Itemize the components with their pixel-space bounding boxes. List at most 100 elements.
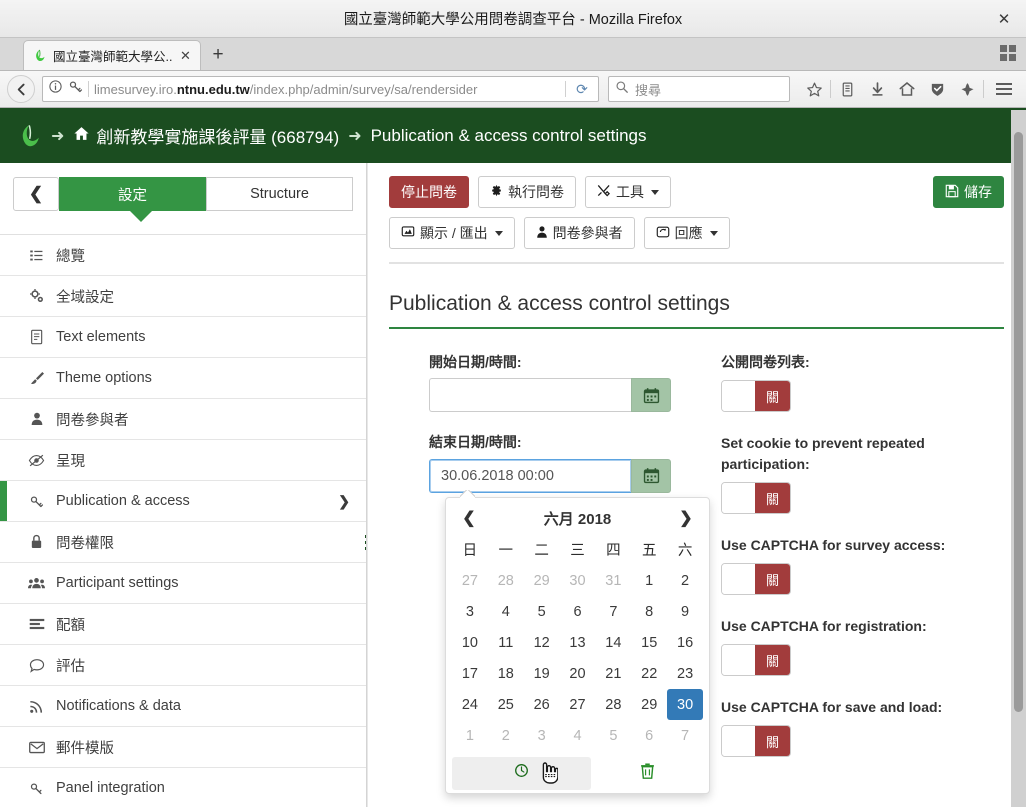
- datepicker-day[interactable]: 26: [524, 689, 560, 720]
- datepicker-day[interactable]: 9: [667, 596, 703, 627]
- datepicker-day[interactable]: 16: [667, 627, 703, 658]
- datepicker-day[interactable]: 2: [667, 565, 703, 596]
- datepicker-day[interactable]: 23: [667, 658, 703, 689]
- sidebar-item-notifications-data[interactable]: Notifications & data: [0, 686, 366, 727]
- datepicker-day[interactable]: 15: [631, 627, 667, 658]
- run-survey-button[interactable]: 執行問卷: [478, 176, 576, 208]
- home-icon[interactable]: [892, 75, 922, 103]
- reload-icon[interactable]: ⟳: [571, 81, 593, 98]
- tab-structure[interactable]: Structure: [206, 177, 353, 211]
- end-date-input[interactable]: [429, 458, 631, 493]
- sidebar-item-text-elements[interactable]: Text elements: [0, 317, 366, 358]
- datepicker-day[interactable]: 10: [452, 627, 488, 658]
- sidebar-item-theme-options[interactable]: Theme options: [0, 358, 366, 399]
- datepicker-clear-button[interactable]: [591, 762, 703, 784]
- display-export-button[interactable]: 顯示 / 匯出: [389, 217, 515, 249]
- datepicker-day[interactable]: 7: [667, 720, 703, 751]
- hamburger-menu-icon[interactable]: [989, 75, 1019, 103]
- sidebar-collapse-button[interactable]: ❮: [13, 177, 59, 211]
- datepicker-day[interactable]: 19: [524, 658, 560, 689]
- download-arrow-icon[interactable]: [862, 75, 892, 103]
- datepicker-day[interactable]: 6: [631, 720, 667, 751]
- sidebar-item-presentation[interactable]: 呈現: [0, 440, 366, 481]
- datepicker-day[interactable]: 1: [452, 720, 488, 751]
- datepicker-day[interactable]: 28: [595, 689, 631, 720]
- info-icon[interactable]: [48, 79, 63, 99]
- datepicker-day[interactable]: 7: [595, 596, 631, 627]
- datepicker-day[interactable]: 5: [595, 720, 631, 751]
- sidebar-item-participant-settings[interactable]: Participant settings: [0, 563, 366, 604]
- datepicker-day[interactable]: 3: [524, 720, 560, 751]
- start-date-calendar-button[interactable]: [631, 378, 671, 413]
- datepicker-day[interactable]: 21: [595, 658, 631, 689]
- datepicker-day[interactable]: 4: [560, 720, 596, 751]
- sidebar-item-survey-permissions[interactable]: 問卷權限: [0, 522, 366, 563]
- sidebar-item-panel-integration[interactable]: Panel integration: [0, 768, 366, 807]
- browser-tab[interactable]: 國立臺灣師範大學公... ✕: [23, 40, 201, 70]
- stop-survey-button[interactable]: 停止問卷: [389, 176, 469, 208]
- url-bar[interactable]: limesurvey.iro.ntnu.edu.tw/index.php/adm…: [42, 76, 599, 102]
- datepicker-day[interactable]: 3: [452, 596, 488, 627]
- captcha-registration-toggle[interactable]: 關: [721, 644, 791, 676]
- tab-settings[interactable]: 設定: [59, 177, 206, 211]
- datepicker-popup[interactable]: ❮ 六月 2018 ❯ 日 一 二 三 四 五 六 27 28 29 30 31 1 2 3 4…: [445, 497, 710, 794]
- limesurvey-logo-icon[interactable]: [16, 123, 42, 149]
- datepicker-day[interactable]: 24: [452, 689, 488, 720]
- datepicker-day[interactable]: 25: [488, 689, 524, 720]
- search-bar[interactable]: 搜尋: [608, 76, 790, 102]
- sidebar-item-email-templates[interactable]: 郵件模版: [0, 727, 366, 768]
- list-survey-publicly-toggle[interactable]: 關: [721, 380, 791, 412]
- datepicker-day-selected[interactable]: 30: [667, 689, 703, 720]
- datepicker-day[interactable]: 14: [595, 627, 631, 658]
- datepicker-prev-month-button[interactable]: ❮: [452, 508, 486, 528]
- datepicker-day[interactable]: 4: [488, 596, 524, 627]
- save-button[interactable]: 儲存: [933, 176, 1004, 208]
- datepicker-month-year[interactable]: 六月 2018: [486, 508, 669, 529]
- datepicker-day[interactable]: 20: [560, 658, 596, 689]
- datepicker-day[interactable]: 30: [560, 565, 596, 596]
- page-scrollbar-thumb[interactable]: [1014, 132, 1023, 712]
- datepicker-day[interactable]: 18: [488, 658, 524, 689]
- library-icon[interactable]: [832, 75, 862, 103]
- datepicker-day[interactable]: 2: [488, 720, 524, 751]
- sidebar-item-overview[interactable]: 總覽: [0, 235, 366, 276]
- datepicker-day[interactable]: 6: [560, 596, 596, 627]
- breadcrumb-survey[interactable]: 創新教學實施課後評量 (668794): [73, 123, 339, 148]
- datepicker-time-button[interactable]: [452, 756, 591, 790]
- sidebar-item-assessments[interactable]: 評估: [0, 645, 366, 686]
- window-close-button[interactable]: ✕: [992, 7, 1016, 31]
- set-cookie-toggle[interactable]: 關: [721, 482, 791, 514]
- datepicker-day[interactable]: 11: [488, 627, 524, 658]
- tab-close-icon[interactable]: ✕: [178, 48, 193, 64]
- sidebar-item-survey-participants[interactable]: 問卷參與者: [0, 399, 366, 440]
- end-date-group[interactable]: [429, 458, 671, 493]
- datepicker-next-month-button[interactable]: ❯: [669, 508, 703, 528]
- datepicker-day[interactable]: 28: [488, 565, 524, 596]
- key-icon[interactable]: [68, 79, 83, 99]
- pocket-icon[interactable]: [952, 75, 982, 103]
- survey-participants-button[interactable]: 問卷參與者: [523, 217, 635, 249]
- datepicker-day[interactable]: 17: [452, 658, 488, 689]
- datepicker-day[interactable]: 8: [631, 596, 667, 627]
- start-date-input[interactable]: [429, 378, 631, 413]
- datepicker-day[interactable]: 29: [524, 565, 560, 596]
- start-date-group[interactable]: [429, 378, 671, 413]
- end-date-calendar-button[interactable]: [631, 458, 671, 493]
- datepicker-day[interactable]: 22: [631, 658, 667, 689]
- sidebar-item-global-settings[interactable]: 全域設定: [0, 276, 366, 317]
- datepicker-day[interactable]: 13: [560, 627, 596, 658]
- new-tab-button[interactable]: +: [203, 40, 233, 70]
- sidebar-item-publication-access[interactable]: Publication & access ❯: [0, 481, 366, 522]
- sidebar-item-quotas[interactable]: 配額: [0, 604, 366, 645]
- datepicker-day[interactable]: 31: [595, 565, 631, 596]
- captcha-save-load-toggle[interactable]: 關: [721, 725, 791, 757]
- datepicker-day[interactable]: 27: [560, 689, 596, 720]
- datepicker-day[interactable]: 1: [631, 565, 667, 596]
- captcha-survey-access-toggle[interactable]: 關: [721, 563, 791, 595]
- datepicker-day[interactable]: 27: [452, 565, 488, 596]
- star-icon[interactable]: [799, 75, 829, 103]
- tools-dropdown-button[interactable]: 工具: [585, 176, 671, 208]
- datepicker-day[interactable]: 5: [524, 596, 560, 627]
- datepicker-day[interactable]: 29: [631, 689, 667, 720]
- page-vertical-scrollbar[interactable]: [1011, 110, 1026, 807]
